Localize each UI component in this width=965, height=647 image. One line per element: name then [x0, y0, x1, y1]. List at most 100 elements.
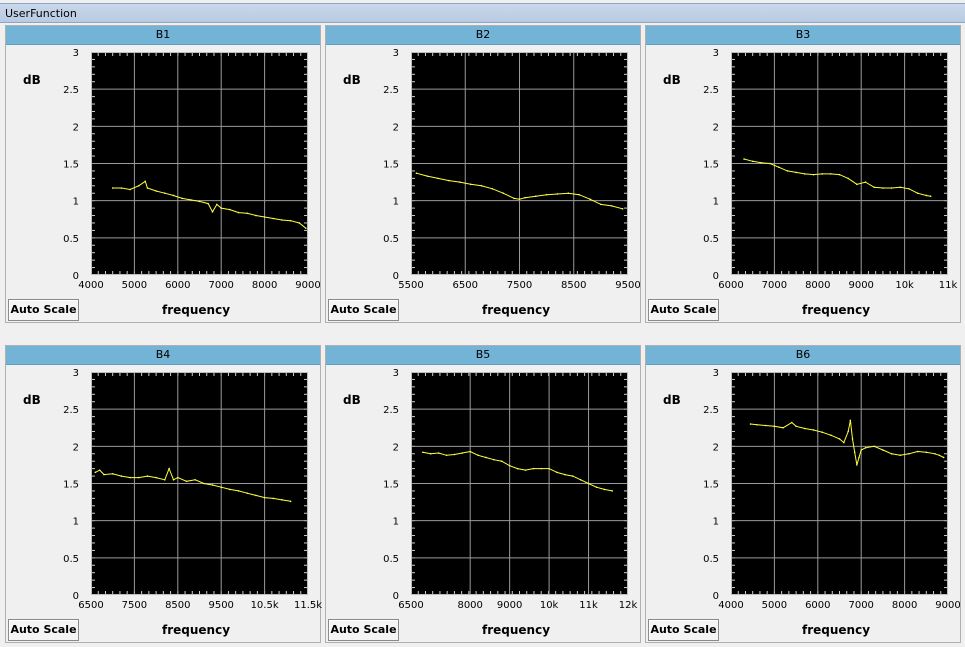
x-tick-label: 5500 — [398, 280, 423, 290]
data-point — [220, 207, 222, 209]
data-point — [220, 486, 222, 489]
data-point — [429, 452, 432, 455]
data-point — [111, 187, 114, 189]
data-point — [751, 160, 754, 163]
data-point — [94, 471, 97, 474]
data-point — [477, 454, 479, 457]
y-tick-label: 2 — [73, 122, 79, 133]
x-tick-label: 5000 — [762, 600, 787, 610]
data-point — [207, 202, 209, 205]
data-point — [513, 197, 515, 200]
data-point — [137, 185, 140, 187]
data-point — [211, 484, 214, 486]
y-tick-label: 0 — [73, 271, 79, 282]
x-tick-label: 7000 — [762, 280, 787, 290]
auto-scale-button[interactable]: Auto Scale — [328, 299, 399, 321]
y-tick-label: 1.5 — [703, 160, 719, 171]
data-point — [146, 187, 149, 189]
data-point — [838, 173, 841, 176]
data-point — [843, 441, 845, 444]
y-tick-label: 3 — [393, 48, 399, 59]
data-point — [899, 186, 902, 189]
data-point — [298, 222, 301, 224]
data-point — [255, 494, 257, 497]
data-point — [540, 467, 542, 470]
panel-b3: B3 dB 6000 7000 8000 9000 10k 11k 0 0.5 1 1.5 2 2.5 3 A… — [645, 25, 961, 323]
data-point — [934, 452, 936, 455]
y-tick-label: 0 — [73, 591, 79, 602]
y-tick-label: 1 — [713, 197, 719, 208]
data-point — [237, 211, 240, 214]
data-point — [120, 187, 123, 189]
data-point — [545, 193, 548, 196]
data-point — [185, 480, 188, 483]
auto-scale-button[interactable]: Auto Scale — [8, 619, 79, 641]
auto-scale-button[interactable]: Auto Scale — [8, 299, 79, 321]
y-tick-label: 1.5 — [63, 160, 79, 171]
data-point — [790, 421, 793, 424]
data-point — [873, 445, 876, 448]
y-tick-label: 0 — [393, 271, 399, 282]
data-point — [795, 425, 797, 428]
data-point — [263, 216, 266, 218]
x-tick-label: 9000 — [935, 600, 960, 610]
data-point — [289, 219, 292, 222]
data-point — [600, 203, 602, 206]
data-point — [190, 199, 192, 201]
x-axis-label: frequency — [481, 303, 551, 317]
y-tick-label: 0.5 — [383, 234, 399, 245]
data-point — [621, 208, 624, 210]
data-point — [111, 473, 114, 475]
y-tick-label: 2 — [393, 122, 399, 133]
y-tick-label: 3 — [393, 368, 399, 379]
x-tick-label: 6500 — [398, 600, 423, 610]
data-point — [610, 205, 613, 207]
y-tick-label: 0 — [393, 591, 399, 602]
y-tick-label: 2.5 — [63, 405, 79, 416]
data-point — [426, 175, 429, 177]
data-point — [571, 475, 574, 477]
data-point — [769, 162, 771, 165]
y-tick-label: 3 — [713, 368, 719, 379]
panel-b6: B6 dB 4000 5000 6000 7000 8000 9000 0 0.5 1 1.5 2 2.5… — [645, 345, 961, 643]
data-point — [830, 434, 832, 436]
data-point — [882, 449, 884, 451]
data-point — [437, 452, 440, 454]
data-point — [469, 183, 472, 186]
x-axis-label: frequency — [161, 623, 231, 637]
data-point — [743, 158, 745, 160]
x-tick-label: 6000 — [165, 280, 190, 290]
data-point — [858, 456, 860, 459]
data-point — [216, 203, 218, 206]
y-tick-label: 3 — [73, 368, 79, 379]
data-point — [272, 497, 275, 500]
x-tick-label: 9000 — [295, 280, 320, 290]
data-point — [203, 482, 205, 485]
data-point — [873, 186, 876, 189]
data-point — [246, 212, 249, 215]
data-point — [518, 198, 521, 200]
auto-scale-button[interactable]: Auto Scale — [328, 619, 399, 641]
y-tick-label: 2.5 — [703, 85, 719, 96]
panel-b4: B4 dB 6500 7500 8500 9500 10.5k 11.5k 0 0.5 1 1.5 2 2… — [5, 345, 322, 643]
data-point — [516, 467, 519, 470]
auto-scale-button[interactable]: Auto Scale — [648, 299, 719, 321]
data-point — [177, 476, 179, 479]
data-point — [422, 451, 424, 454]
chart-plot: 4000 5000 6000 7000 8000 9000 0 0.5 1 1.5 2 2.5 3 — [703, 368, 961, 610]
data-point — [480, 185, 483, 187]
y-tick-label: 0 — [713, 271, 719, 282]
data-point — [803, 173, 806, 175]
data-point — [942, 456, 945, 459]
data-point — [120, 475, 123, 477]
auto-scale-button[interactable]: Auto Scale — [648, 619, 719, 641]
x-tick-label: 5000 — [122, 280, 147, 290]
data-point — [229, 208, 231, 211]
x-tick-label: 9000 — [497, 600, 522, 610]
data-point — [864, 447, 867, 449]
data-point — [890, 187, 893, 189]
data-point — [556, 193, 559, 195]
y-tick-label: 1.5 — [383, 480, 399, 491]
x-tick-label: 12k — [619, 600, 638, 610]
data-point — [929, 195, 932, 198]
